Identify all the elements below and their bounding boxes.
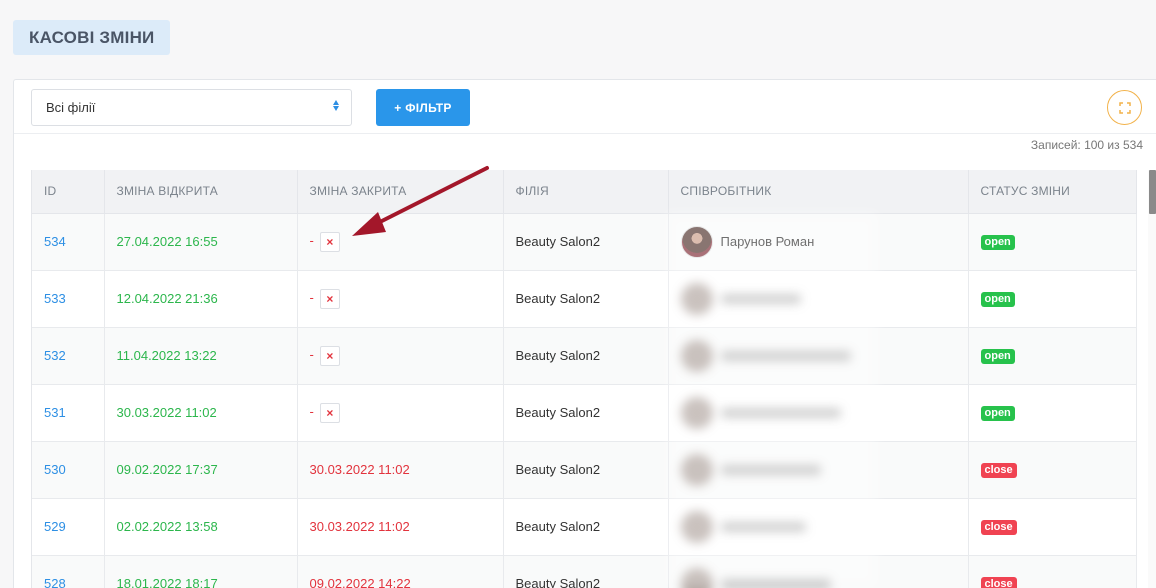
col-status[interactable]: СТАТУС ЗМІНИ (968, 170, 1137, 214)
fullscreen-button[interactable] (1107, 90, 1142, 125)
table-row[interactable]: 530 09.02.2022 17:37 30.03.2022 11:02 Be… (32, 441, 1137, 499)
status-badge: open (980, 235, 1015, 250)
table-row[interactable]: 533 12.04.2022 21:36 - × Beauty Salon2 op… (32, 270, 1137, 328)
table-scrollbar[interactable] (1148, 170, 1156, 588)
add-filter-button[interactable]: + ФІЛЬТР (376, 89, 470, 126)
status-badge: close (980, 463, 1017, 478)
close-shift-button[interactable]: × (319, 345, 340, 366)
opened-date: 18.01.2022 18:17 (116, 576, 218, 588)
shift-id-link[interactable]: 531 (44, 405, 66, 420)
col-branch[interactable]: ФІЛІЯ (503, 170, 669, 214)
table-header: ID ЗМІНА ВІДКРИТА ЗМІНА ЗАКРИТА ФІЛІЯ СП… (32, 170, 1137, 214)
shift-id-link[interactable]: 533 (44, 291, 66, 306)
close-shift-button[interactable]: × (319, 288, 340, 309)
shift-id-link[interactable]: 534 (44, 234, 66, 249)
branch-name: Beauty Salon2 (515, 291, 601, 306)
employee-name: Парунов Роман (720, 234, 815, 249)
select-arrows-icon (333, 100, 339, 111)
shifts-table-wrap: ID ЗМІНА ВІДКРИТА ЗМІНА ЗАКРИТА ФІЛІЯ СП… (31, 170, 1144, 588)
employee-cell-blurred (680, 567, 968, 588)
branch-name: Beauty Salon2 (515, 234, 601, 249)
shift-id-link[interactable]: 528 (44, 576, 66, 588)
col-id[interactable]: ID (32, 170, 105, 214)
opened-date: 09.02.2022 17:37 (116, 462, 218, 477)
table-row[interactable]: 534 27.04.2022 16:55 - × Beauty Salon2 Па… (32, 213, 1137, 271)
employee-cell-blurred (680, 396, 968, 429)
close-shift-button[interactable]: × (319, 231, 340, 252)
shifts-table: ID ЗМІНА ВІДКРИТА ЗМІНА ЗАКРИТА ФІЛІЯ СП… (32, 170, 1137, 588)
branch-select[interactable]: Всі філії (31, 89, 352, 126)
records-count: Записей: 100 из 534 (1030, 138, 1143, 152)
status-badge: open (980, 292, 1015, 307)
branch-name: Beauty Salon2 (515, 462, 601, 477)
employee-cell-blurred (680, 339, 968, 372)
opened-date: 12.04.2022 21:36 (116, 291, 218, 306)
closed-date: - (309, 403, 314, 419)
opened-date: 27.04.2022 16:55 (116, 234, 218, 249)
avatar (680, 225, 713, 258)
closed-date: - (309, 289, 314, 305)
employee-cell: Парунов Роман (680, 225, 968, 258)
page-title-box: КАСОВІ ЗМІНИ (13, 20, 171, 55)
employee-cell-blurred (680, 282, 968, 315)
status-badge: open (980, 406, 1015, 421)
opened-date: 02.02.2022 13:58 (116, 519, 218, 534)
branch-name: Beauty Salon2 (515, 348, 601, 363)
closed-date: - (309, 232, 314, 248)
status-badge: close (980, 577, 1017, 588)
closed-date: - (309, 346, 314, 362)
opened-date: 30.03.2022 11:02 (116, 405, 217, 420)
closed-date: 30.03.2022 11:02 (309, 519, 410, 534)
toolbar: Всі філії + ФІЛЬТР (14, 80, 1156, 134)
col-closed[interactable]: ЗМІНА ЗАКРИТА (297, 170, 504, 214)
table-row[interactable]: 531 30.03.2022 11:02 - × Beauty Salon2 op… (32, 384, 1137, 442)
table-row[interactable]: 528 18.01.2022 18:17 09.02.2022 14:22 Be… (32, 555, 1137, 588)
closed-date: 30.03.2022 11:02 (309, 462, 410, 477)
employee-cell-blurred (680, 453, 968, 486)
table-row[interactable]: 529 02.02.2022 13:58 30.03.2022 11:02 Be… (32, 498, 1137, 556)
status-badge: open (980, 349, 1015, 364)
table-row[interactable]: 532 11.04.2022 13:22 - × Beauty Salon2 op… (32, 327, 1137, 385)
col-employee[interactable]: СПІВРОБІТНИК (668, 170, 969, 214)
closed-date: 09.02.2022 14:22 (309, 576, 411, 588)
shift-id-link[interactable]: 532 (44, 348, 66, 363)
branch-select-value: Всі філії (46, 100, 96, 115)
col-opened[interactable]: ЗМІНА ВІДКРИТА (104, 170, 298, 214)
shift-id-link[interactable]: 529 (44, 519, 66, 534)
shift-id-link[interactable]: 530 (44, 462, 66, 477)
scrollbar-thumb[interactable] (1149, 170, 1156, 214)
opened-date: 11.04.2022 13:22 (116, 348, 217, 363)
branch-name: Beauty Salon2 (515, 405, 601, 420)
fullscreen-icon (1118, 101, 1131, 114)
close-shift-button[interactable]: × (319, 402, 340, 423)
branch-name: Beauty Salon2 (515, 519, 601, 534)
main-panel: Всі філії + ФІЛЬТР Записей: 100 из 534 I… (13, 79, 1156, 588)
status-badge: close (980, 520, 1017, 535)
branch-name: Beauty Salon2 (515, 576, 601, 588)
employee-cell-blurred (680, 510, 968, 543)
page-title: КАСОВІ ЗМІНИ (29, 27, 155, 47)
